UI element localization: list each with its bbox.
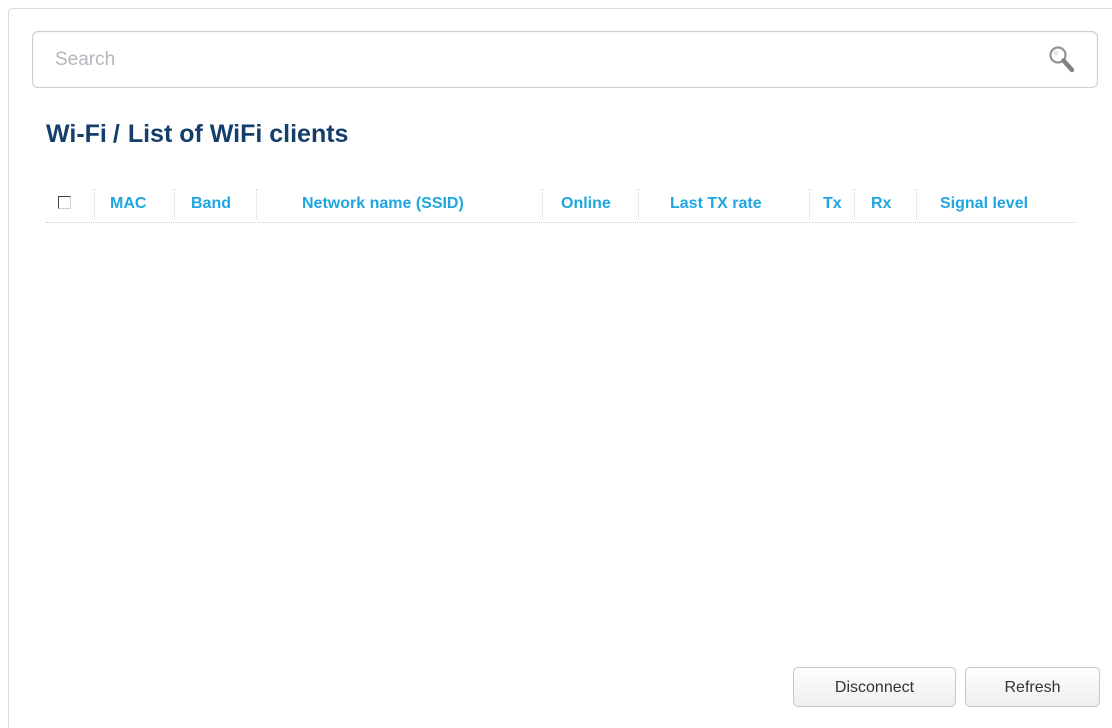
column-divider — [638, 189, 639, 219]
column-header-ssid[interactable]: Network name (SSID) — [302, 185, 464, 221]
disconnect-button[interactable]: Disconnect — [793, 667, 956, 707]
column-header-mac[interactable]: MAC — [110, 185, 146, 221]
breadcrumb-section[interactable]: Wi-Fi — [46, 120, 107, 148]
column-divider — [809, 189, 810, 219]
column-header-last-tx-rate[interactable]: Last TX rate — [670, 185, 762, 221]
column-divider — [94, 189, 95, 219]
refresh-button[interactable]: Refresh — [965, 667, 1100, 707]
breadcrumb-separator: / — [112, 120, 120, 148]
column-header-rx[interactable]: Rx — [871, 185, 891, 221]
column-header-online[interactable]: Online — [561, 185, 611, 221]
column-divider — [256, 189, 257, 219]
column-divider — [542, 189, 543, 219]
search-icon[interactable] — [1047, 44, 1077, 76]
content-panel — [8, 8, 1112, 728]
select-all-checkbox[interactable] — [58, 196, 71, 209]
column-header-tx[interactable]: Tx — [823, 185, 842, 221]
column-divider — [916, 189, 917, 219]
breadcrumb-page: List of WiFi clients — [127, 120, 349, 148]
search-input[interactable] — [55, 32, 1015, 87]
page-title: Wi-Fi / List of WiFi clients — [46, 120, 348, 149]
column-header-band[interactable]: Band — [191, 185, 231, 221]
table-header: MAC Band Network name (SSID) Online Last… — [46, 185, 1076, 223]
column-header-signal-level[interactable]: Signal level — [940, 185, 1028, 221]
column-divider — [174, 189, 175, 219]
search-box[interactable] — [32, 31, 1098, 88]
column-divider — [854, 189, 855, 219]
